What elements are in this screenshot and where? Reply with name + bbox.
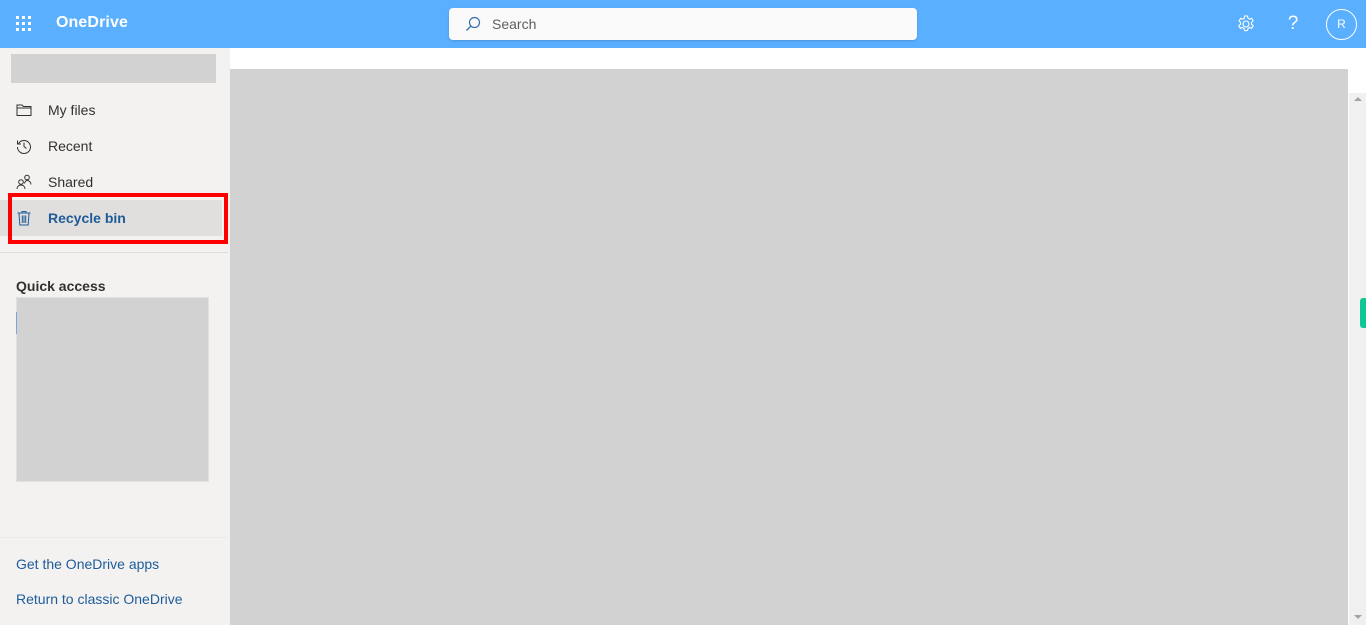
history-icon [17, 139, 31, 154]
sidebar-item-label: My files [48, 102, 96, 118]
trash-icon [17, 211, 31, 226]
focus-marker [16, 312, 17, 334]
sidebar-item-recycle-bin[interactable]: Recycle bin [0, 200, 222, 236]
sidebar-item-my-files[interactable]: My files [0, 92, 228, 128]
sidebar-header-placeholder [11, 54, 216, 83]
feedback-tab[interactable] [1360, 298, 1366, 328]
app-launcher-icon[interactable] [16, 16, 32, 32]
sidebar-footer-divider [0, 537, 228, 538]
vertical-scrollbar[interactable] [1349, 93, 1366, 625]
help-icon[interactable]: ? [1283, 10, 1303, 38]
folder-icon [16, 104, 32, 116]
sidebar-item-recent[interactable]: Recent [0, 128, 228, 164]
return-to-classic-link[interactable]: Return to classic OneDrive [16, 591, 183, 607]
top-bar: OneDrive ? R [0, 0, 1366, 48]
quick-access-placeholder [16, 297, 209, 482]
quick-access-heading: Quick access [16, 278, 106, 294]
search-icon [466, 16, 481, 31]
sidebar-divider [0, 252, 228, 253]
app-title[interactable]: OneDrive [56, 14, 128, 32]
gear-icon[interactable] [1234, 12, 1258, 36]
sidebar-item-label: Recent [48, 138, 93, 154]
scroll-up-arrow-icon[interactable] [1354, 97, 1362, 101]
main-content-placeholder [230, 69, 1348, 625]
sidebar-item-label: Recycle bin [48, 210, 126, 226]
sidebar-item-shared[interactable]: Shared [0, 164, 228, 200]
sidebar-item-label: Shared [48, 174, 94, 190]
scroll-down-arrow-icon[interactable] [1354, 615, 1362, 619]
avatar[interactable]: R [1326, 9, 1357, 40]
search-box[interactable] [449, 8, 917, 40]
sidebar: My files Recent Shared Recycle bin Quick… [0, 48, 228, 625]
search-input[interactable] [492, 8, 902, 40]
get-onedrive-apps-link[interactable]: Get the OneDrive apps [16, 556, 159, 572]
people-icon [16, 174, 32, 190]
